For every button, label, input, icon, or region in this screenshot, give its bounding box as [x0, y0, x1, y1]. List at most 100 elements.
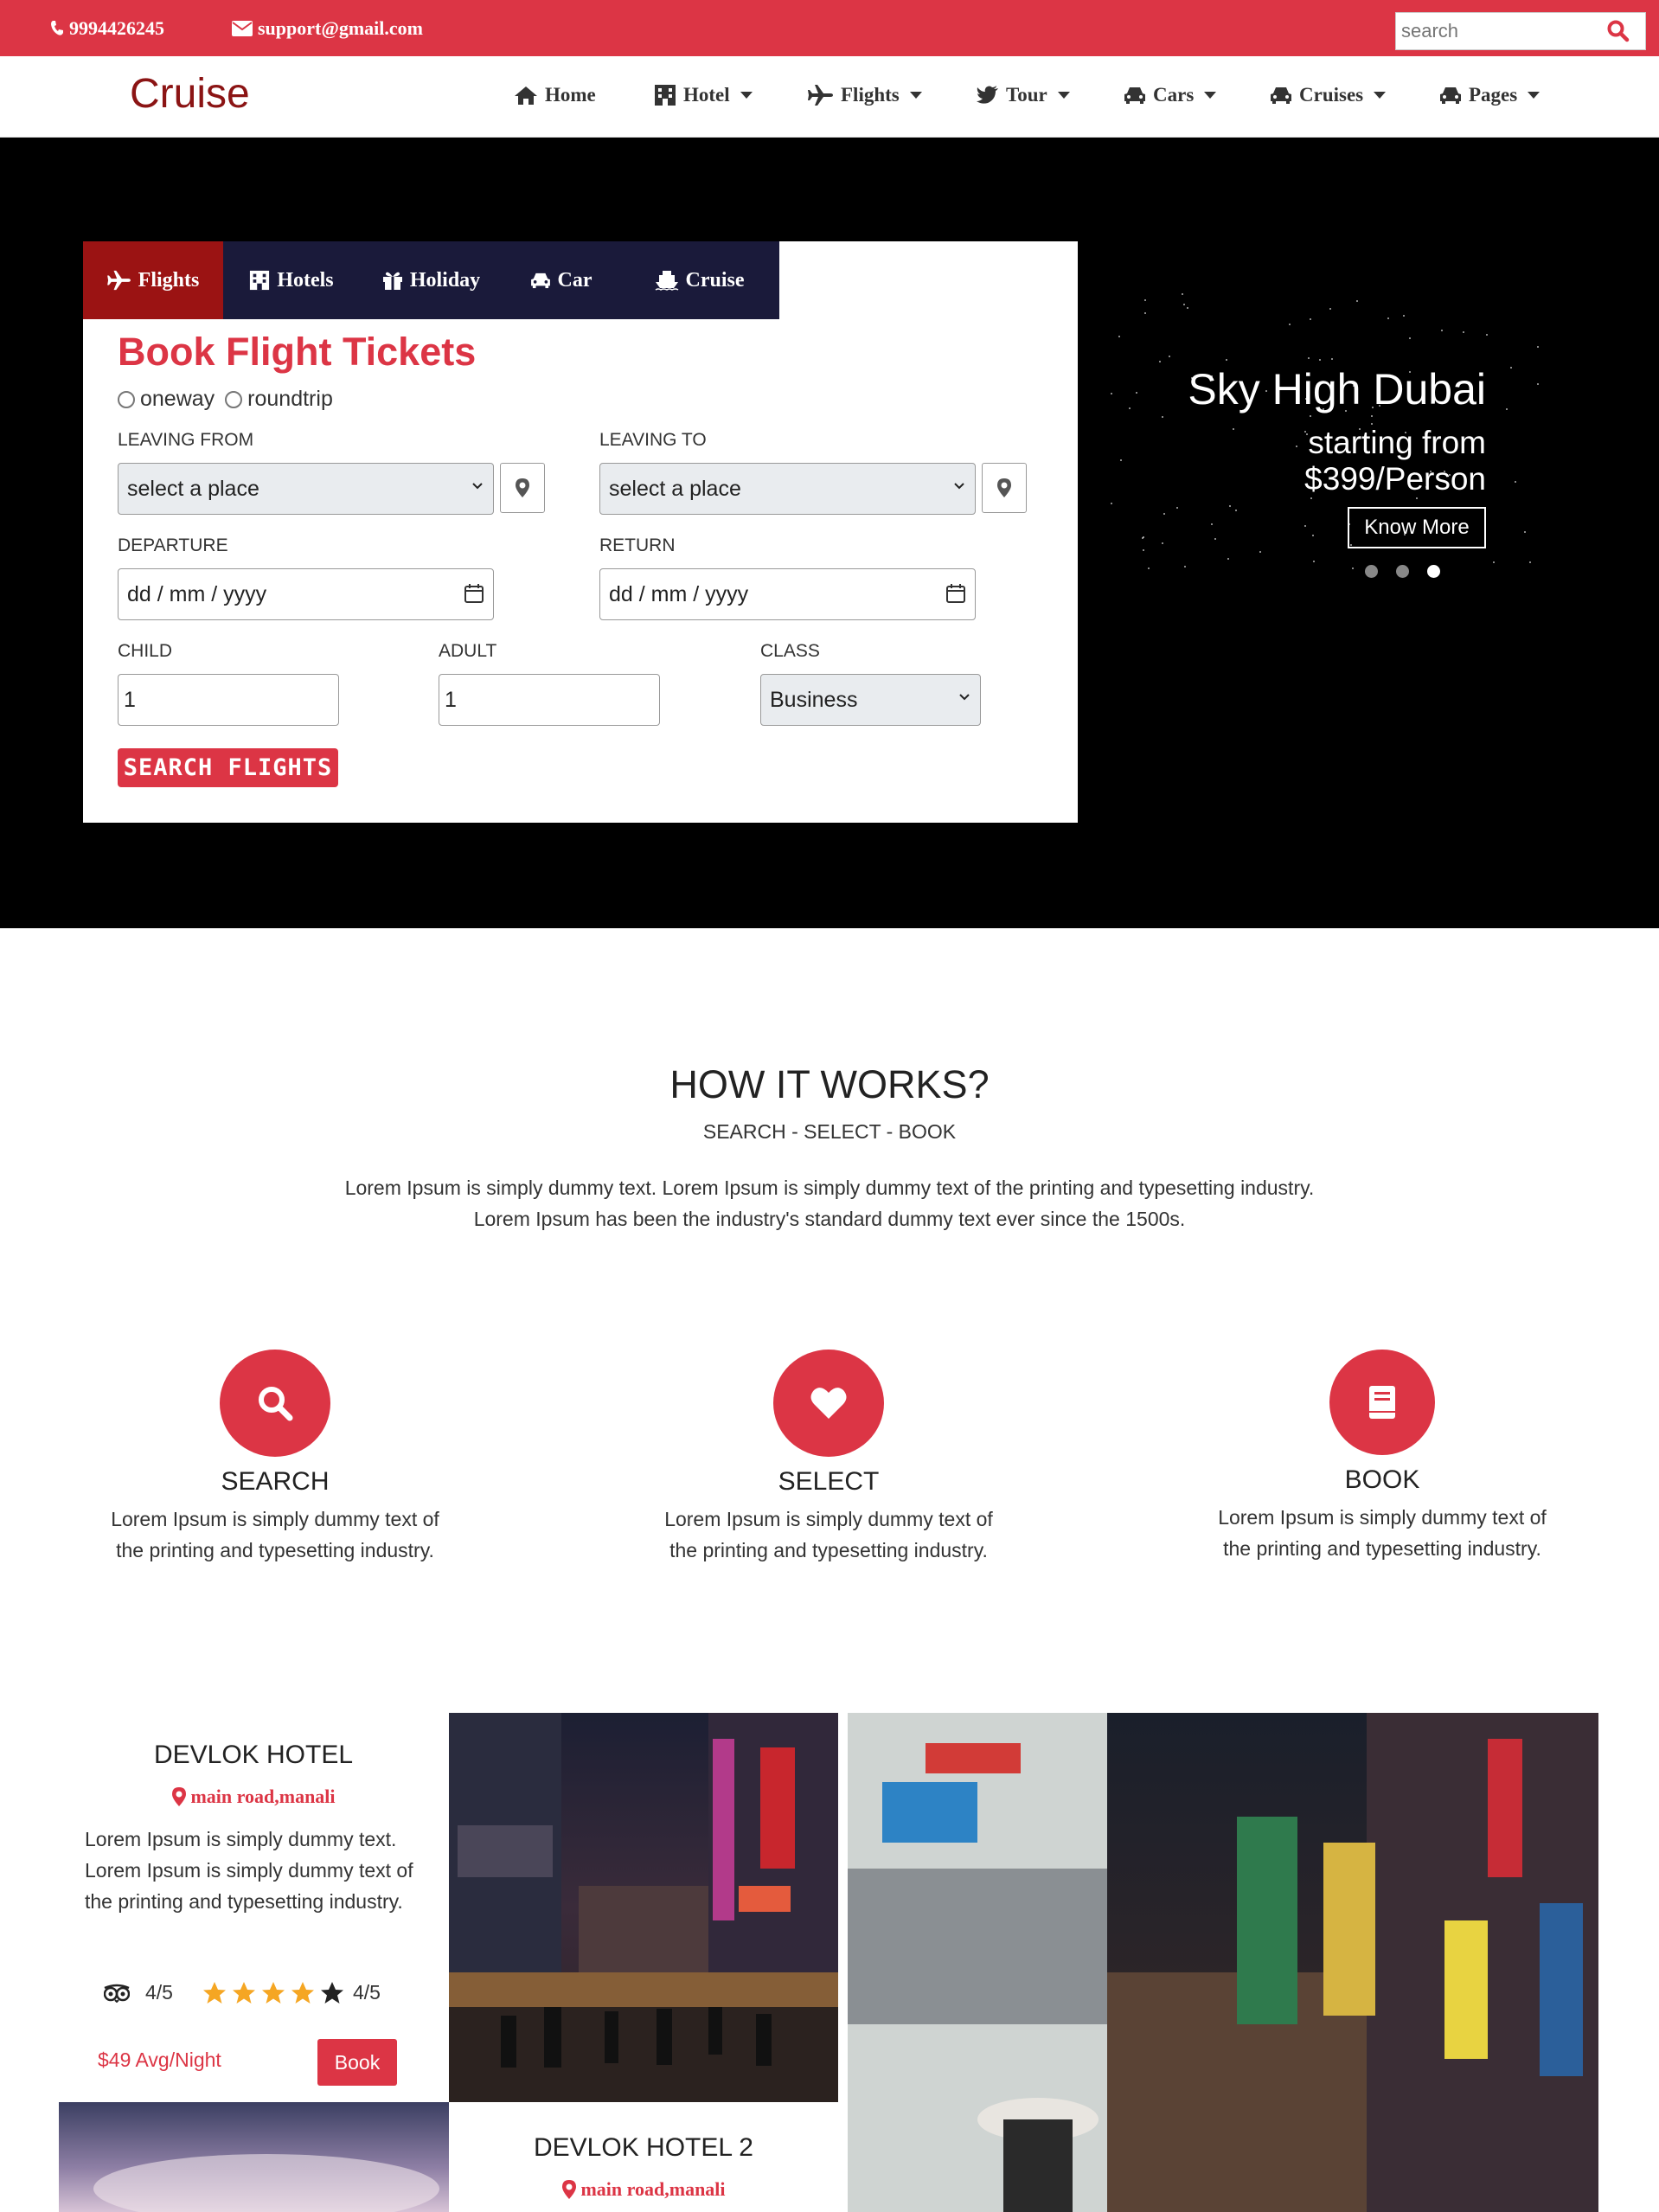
email-contact[interactable]: support@gmail.com — [232, 17, 423, 40]
star-rating — [202, 1981, 344, 2004]
star-dot — [1310, 497, 1312, 500]
know-more-button[interactable]: Know More — [1348, 507, 1486, 548]
nav-item-cars[interactable]: Cars — [1124, 84, 1217, 106]
calendar-icon[interactable] — [945, 583, 966, 604]
star-dot — [1510, 366, 1513, 369]
car-icon — [1124, 87, 1145, 104]
carousel-dot-active[interactable] — [1427, 565, 1440, 578]
map-pin-icon — [997, 478, 1011, 497]
hotel-location: main road,manali — [449, 2178, 838, 2201]
nav-item-hotel[interactable]: Hotel — [654, 84, 753, 106]
class-select[interactable]: Business — [760, 674, 981, 726]
tab-cruise[interactable]: Cruise — [619, 241, 779, 319]
step-description: Lorem Ipsum is simply dummy text of the … — [67, 1504, 483, 1566]
tab-car[interactable]: Car — [503, 241, 619, 319]
tripadvisor-owl-icon — [104, 1984, 130, 2003]
star-dot — [1128, 407, 1131, 409]
star-dot — [1227, 558, 1229, 561]
hotel-description: Lorem Ipsum is simply dummy text. Lorem … — [85, 1828, 413, 1913]
tab-flights[interactable]: Flights — [83, 241, 223, 319]
phone-contact[interactable]: 9994426245 — [50, 17, 164, 40]
nav-item-pages[interactable]: Pages — [1439, 84, 1540, 106]
roundtrip-radio[interactable] — [225, 390, 243, 408]
star-dot — [1312, 535, 1315, 537]
star-dot — [1168, 355, 1170, 357]
search-button[interactable] — [1607, 20, 1630, 47]
leaving-from-select[interactable]: select a place — [118, 463, 494, 515]
nav-item-flights[interactable]: Flights — [808, 84, 922, 106]
heart-icon — [810, 1388, 847, 1419]
star-dot — [1288, 323, 1291, 325]
hero-slide-caption: Sky High Dubai starting from $399/Person — [1188, 364, 1486, 497]
child-count-input[interactable]: 1 — [118, 674, 339, 726]
leaving-from-location-button[interactable] — [500, 463, 545, 513]
step-title: SELECT — [778, 1467, 880, 1496]
star-dot — [1159, 361, 1162, 363]
star-dot — [1307, 357, 1310, 360]
star-dot — [1402, 314, 1405, 317]
departure-date-input[interactable]: dd / mm / yyyy — [118, 568, 494, 620]
star-dot — [1313, 561, 1316, 563]
class-value: Business — [770, 687, 858, 712]
adult-count-input[interactable]: 1 — [439, 674, 660, 726]
step-description-line: the printing and typesetting industry. — [1223, 1537, 1541, 1560]
step-icon-circle — [1329, 1350, 1435, 1455]
star-dot — [1163, 512, 1166, 515]
tripadvisor-rating: 4/5 — [145, 1981, 173, 2004]
tab-holiday[interactable]: Holiday — [360, 241, 503, 319]
nav-item-cruises[interactable]: Cruises — [1270, 84, 1387, 106]
map-pin-icon — [516, 478, 529, 497]
hotel-photo-city — [848, 1713, 1598, 2212]
plane-icon — [106, 270, 131, 291]
star-empty-icon — [320, 1982, 343, 2004]
star-dot — [1441, 330, 1444, 332]
building-icon — [250, 270, 270, 291]
phone-number: 9994426245 — [69, 17, 164, 39]
search-input[interactable] — [1396, 20, 1586, 42]
return-value: dd / mm / yyyy — [609, 581, 749, 606]
return-date-input[interactable]: dd / mm / yyyy — [599, 568, 976, 620]
star-dot — [1536, 382, 1539, 385]
star-dot — [1183, 566, 1186, 568]
tab-hotels[interactable]: Hotels — [223, 241, 360, 319]
step-book: BOOK Lorem Ipsum is simply dummy text of… — [1175, 1350, 1590, 1564]
star-dot — [1175, 507, 1178, 510]
hotel-card: DEVLOK HOTEL 2 main road,manali — [449, 2133, 838, 2201]
nav-item-tour[interactable]: Tour — [977, 84, 1070, 106]
caret-down-icon — [1528, 92, 1540, 99]
star-dot — [1186, 307, 1188, 310]
nav-item-home[interactable]: Home — [514, 84, 596, 106]
step-icon-circle — [773, 1350, 884, 1457]
star-dot — [1210, 523, 1213, 525]
building-icon — [655, 85, 676, 106]
brand-logo[interactable]: Cruise — [130, 70, 250, 118]
leaving-to-select[interactable]: select a place — [599, 463, 976, 515]
star-dot — [1111, 503, 1113, 504]
hotel-name: DEVLOK HOTEL 2 — [534, 2133, 753, 2162]
carousel-dot[interactable] — [1396, 565, 1409, 578]
leaving-to-location-button[interactable] — [982, 463, 1027, 513]
caret-down-icon — [1374, 92, 1387, 99]
star-dot — [1143, 549, 1145, 552]
star-dot — [1486, 333, 1489, 336]
star-dot — [1352, 567, 1355, 569]
star-dot — [1161, 416, 1163, 419]
calendar-icon[interactable] — [464, 583, 484, 604]
star-dot — [1136, 391, 1138, 394]
star-dot — [1228, 505, 1231, 508]
car-icon — [1440, 87, 1461, 104]
book-button[interactable]: Book — [317, 2039, 397, 2086]
search-flights-button[interactable]: SEARCH FLIGHTS — [118, 748, 338, 787]
booking-form: Book Flight Tickets oneway roundtrip LEA… — [83, 241, 1078, 823]
star-rating-value: 4/5 — [352, 1981, 381, 2004]
hotel-location-text: main road,manali — [190, 1786, 336, 1807]
child-value: 1 — [124, 687, 136, 712]
trip-type-options: oneway roundtrip — [118, 387, 333, 412]
chevron-down-icon — [959, 694, 970, 701]
ship-icon — [655, 271, 678, 291]
step-description-line: the printing and typesetting industry. — [116, 1539, 434, 1561]
oneway-radio[interactable] — [118, 390, 135, 408]
carousel-dot[interactable] — [1365, 565, 1378, 578]
star-dot — [1110, 393, 1112, 395]
star-dot — [1142, 536, 1144, 539]
